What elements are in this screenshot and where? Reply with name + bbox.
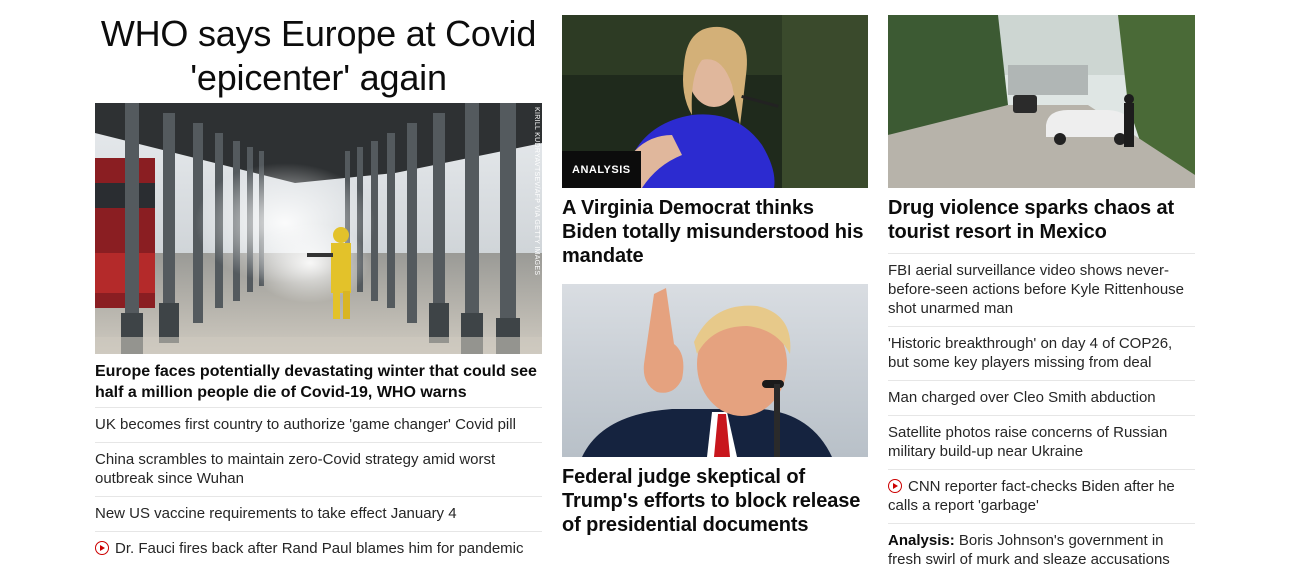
analysis-badge: ANALYSIS	[562, 151, 641, 188]
list-item[interactable]: CNN reporter fact-checks Biden after he …	[888, 469, 1195, 523]
image-credit: KIRILL KUDRYAVTSEV/AFP VIA GETTY IMAGES	[533, 107, 540, 276]
list-item-link[interactable]: FBI aerial surveillance video shows neve…	[888, 262, 1184, 317]
trump-headline[interactable]: Federal judge skeptical of Trump's effor…	[562, 465, 868, 537]
video-play-icon	[95, 541, 109, 555]
video-play-icon	[888, 479, 902, 493]
mexico-headline[interactable]: Drug violence sparks chaos at tourist re…	[888, 196, 1195, 244]
story-image-trump[interactable]	[562, 284, 868, 457]
list-item-link[interactable]: UK becomes first country to authorize 'g…	[95, 416, 516, 433]
list-item-link[interactable]: Man charged over Cleo Smith abduction	[888, 389, 1156, 406]
list-item[interactable]: Dr. Fauci fires back after Rand Paul bla…	[95, 531, 542, 566]
story-image-mexico[interactable]	[888, 15, 1195, 188]
right-related-list: FBI aerial surveillance video shows neve…	[888, 253, 1195, 577]
list-item-link[interactable]: CNN reporter fact-checks Biden after he …	[888, 478, 1175, 514]
list-item[interactable]: Analysis: Boris Johnson's government in …	[888, 523, 1195, 577]
middle-column: ANALYSIS A Virginia Democrat thinks Bide…	[562, 0, 868, 537]
story-image-virginia[interactable]: ANALYSIS	[562, 15, 868, 188]
analysis-prefix: Analysis:	[888, 532, 955, 549]
lead-image[interactable]: KIRILL KUDRYAVTSEV/AFP VIA GETTY IMAGES	[95, 103, 542, 354]
list-item-link[interactable]: New US vaccine requirements to take effe…	[95, 505, 457, 522]
virginia-headline[interactable]: A Virginia Democrat thinks Biden totally…	[562, 196, 868, 268]
list-item-link[interactable]: Satellite photos raise concerns of Russi…	[888, 424, 1167, 460]
lead-column: WHO says Europe at Covid 'epicenter' aga…	[95, 0, 542, 566]
list-item[interactable]: New US vaccine requirements to take effe…	[95, 496, 542, 531]
list-item-link[interactable]: China scrambles to maintain zero-Covid s…	[95, 451, 495, 487]
right-column: Drug violence sparks chaos at tourist re…	[888, 0, 1195, 577]
list-item-link[interactable]: Dr. Fauci fires back after Rand Paul bla…	[115, 540, 524, 557]
list-item[interactable]: UK becomes first country to authorize 'g…	[95, 408, 542, 442]
lead-main-headline[interactable]: Europe faces potentially devastating win…	[95, 361, 542, 403]
list-item[interactable]: Satellite photos raise concerns of Russi…	[888, 415, 1195, 469]
list-item[interactable]: Man charged over Cleo Smith abduction	[888, 380, 1195, 415]
lead-title-link[interactable]: WHO says Europe at Covid 'epicenter' aga…	[95, 12, 542, 100]
list-item[interactable]: FBI aerial surveillance video shows neve…	[888, 254, 1195, 326]
list-item-link[interactable]: 'Historic breakthrough' on day 4 of COP2…	[888, 335, 1172, 371]
list-item[interactable]: 'Historic breakthrough' on day 4 of COP2…	[888, 326, 1195, 380]
lead-related-list: UK becomes first country to authorize 'g…	[95, 407, 542, 566]
list-item[interactable]: China scrambles to maintain zero-Covid s…	[95, 442, 542, 496]
